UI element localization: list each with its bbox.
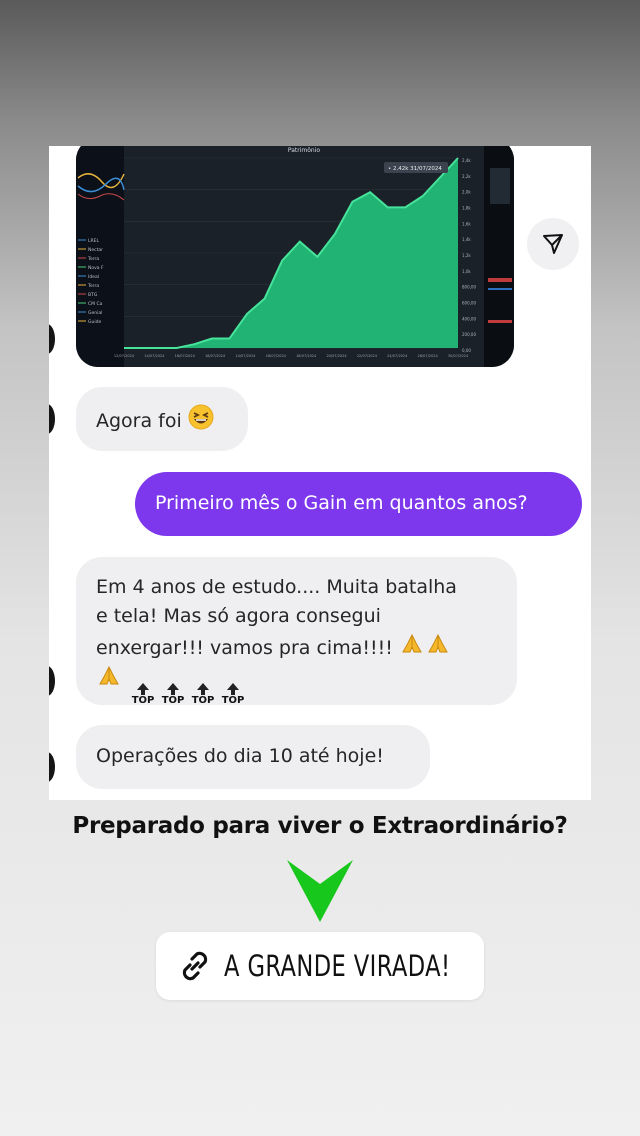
chart-legend-item: Nova F xyxy=(88,265,104,271)
message-line: enxergar!!! vamos pra cima!!!! xyxy=(96,637,393,659)
chat-screenshot-card: Patrimônio • 2,42k 31/07/2024 LREL Nectar… xyxy=(49,146,591,800)
chart-x-tick: 18/07/2024 xyxy=(205,354,226,358)
chart-x-tick: 12/07/2024 xyxy=(114,354,135,358)
chart-y-tick: 800,00 xyxy=(462,285,476,290)
chart-y-tick: 1,0k xyxy=(462,269,471,274)
folded-hands-icon xyxy=(402,633,422,653)
link-sticker[interactable]: A GRANDE VIRADA! xyxy=(156,932,484,1000)
message-text: Agora foi xyxy=(96,410,182,432)
avatar xyxy=(49,404,55,434)
story-headline: Preparado para viver o Extraordinário? xyxy=(72,813,568,839)
top-arrow-icon: TOP xyxy=(188,683,218,706)
incoming-message[interactable]: Operações do dia 10 até hoje! xyxy=(76,725,430,789)
incoming-message[interactable]: Agora foi xyxy=(76,387,248,451)
chart-legend-item: Genial xyxy=(88,310,102,316)
chart-legend-item: Terra xyxy=(87,283,99,289)
outgoing-message[interactable]: Primeiro mês o Gain em quantos anos? xyxy=(135,472,582,536)
chart-y-tick: 2,2k xyxy=(462,174,471,179)
chart-legend-item: Terra xyxy=(87,256,99,262)
chart-legend-item: Nectar xyxy=(88,247,103,253)
equity-chart-photo: Patrimônio • 2,42k 31/07/2024 LREL Nectar… xyxy=(76,146,514,367)
chart-legend-item: BTG xyxy=(88,292,98,298)
chart-legend-item: Ideal xyxy=(88,274,99,280)
avatar xyxy=(49,324,55,354)
avatar xyxy=(49,752,55,782)
down-arrow-icon xyxy=(287,860,353,922)
top-arrow-icon: TOP xyxy=(158,683,188,706)
chart-x-tick: 20/07/2024 xyxy=(326,354,347,358)
message-line: e tela! Mas só agora consegui xyxy=(96,605,381,627)
chart-x-tick: 22/07/2024 xyxy=(357,354,378,358)
link-label: A GRANDE VIRADA! xyxy=(224,949,451,983)
chart-x-tick: 14/07/2024 xyxy=(235,354,256,358)
message-text: Operações do dia 10 até hoje! xyxy=(96,745,384,767)
top-arrow-icon: TOP xyxy=(218,683,248,706)
chart-x-tick: 18/07/2024 xyxy=(296,354,317,358)
chart-y-tick: 2,4k xyxy=(462,158,471,163)
chart-y-tick: 1,6k xyxy=(462,221,471,226)
chart-y-tick: 1,8k xyxy=(462,206,471,211)
chart-y-tick: 1,2k xyxy=(462,253,471,258)
chart-title: Patrimônio xyxy=(288,147,320,154)
chart-y-tick: 600,00 xyxy=(462,301,476,306)
top-arrow-icon: TOP xyxy=(128,683,158,706)
grinning-squinting-face-icon xyxy=(188,404,214,430)
message-line: Em 4 anos de estudo.... Muita batalha xyxy=(96,576,457,598)
chart-photo-message[interactable]: Patrimônio • 2,42k 31/07/2024 LREL Nectar… xyxy=(76,146,514,367)
chart-x-tick: 16/07/2024 xyxy=(266,354,287,358)
incoming-message[interactable]: Em 4 anos de estudo.... Muita batalha e … xyxy=(76,557,517,706)
chart-x-tick: 26/07/2024 xyxy=(418,354,439,358)
folded-hands-icon xyxy=(428,633,448,653)
chart-y-tick: 1,4k xyxy=(462,237,471,242)
chart-y-tick: 200,00 xyxy=(462,332,476,337)
paper-plane-icon xyxy=(543,234,563,254)
message-text: Primeiro mês o Gain em quantos anos? xyxy=(155,492,528,514)
chart-y-tick: 400,00 xyxy=(462,316,476,321)
link-icon xyxy=(182,951,208,981)
chart-legend-item: CM Ca xyxy=(88,301,103,307)
chart-y-tick: 2,0k xyxy=(462,190,471,195)
chart-x-tick: 30/07/2024 xyxy=(448,354,469,358)
chart-tooltip: • 2,42k 31/07/2024 xyxy=(388,166,442,172)
chart-legend-item: Guide xyxy=(88,319,101,325)
folded-hands-icon xyxy=(99,665,119,685)
chart-y-tick: 0,00 xyxy=(462,348,471,353)
chart-x-tick: 24/07/2024 xyxy=(387,354,408,358)
chart-legend-item: LREL xyxy=(88,238,99,244)
chart-x-tick: 16/07/2024 xyxy=(175,354,196,358)
chart-x-tick: 14/07/2024 xyxy=(144,354,165,358)
share-button[interactable] xyxy=(527,218,579,270)
avatar xyxy=(49,666,55,696)
